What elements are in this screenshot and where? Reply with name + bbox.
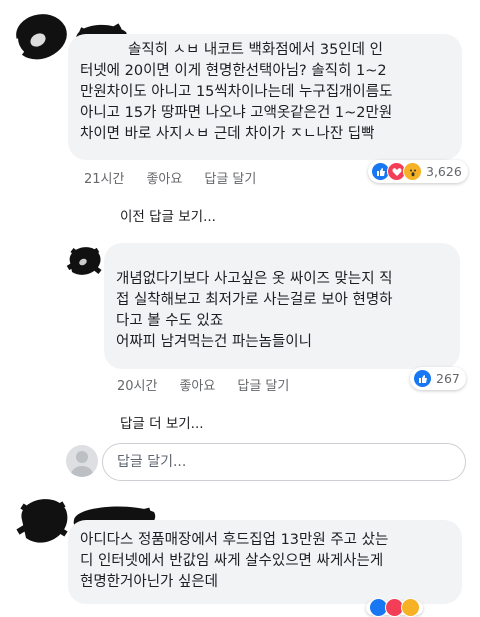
- reaction-summary[interactable]: 3,626: [368, 160, 468, 183]
- comment-bubble: 솔직히 ㅅㅂ 내코트 백화점에서 35인데 인 터넷에 20이면 이게 현명한선…: [68, 34, 462, 160]
- comment-bubble: 개념없다기보다 사고싶은 옷 싸이즈 맞는지 직 접 실착해보고 최저가로 사는…: [104, 243, 460, 369]
- reaction-count: 267: [436, 371, 460, 386]
- comment-bubble: 아디다스 정품매장에서 후드집업 13만원 주고 샀는 디 인터넷에서 반값임 …: [68, 520, 462, 604]
- reaction-summary[interactable]: [366, 597, 423, 617]
- wow-reaction-icon: [403, 162, 422, 181]
- view-previous-replies-link[interactable]: 이전 답글 보기...: [120, 205, 216, 225]
- like-button[interactable]: 좋아요: [179, 375, 215, 394]
- avatar-scribble: [66, 247, 102, 275]
- like-reaction-icon: [413, 369, 432, 388]
- reply-input[interactable]: [102, 443, 466, 481]
- comment-text: 개념없다기보다 사고싶은 옷 싸이즈 맞는지 직 접 실착해보고 최저가로 사는…: [116, 271, 393, 350]
- wow-reaction-icon: [401, 597, 420, 617]
- comment-actions: 20시간 좋아요 답글 달기: [117, 375, 289, 394]
- comment-text: 솔직히 ㅅㅂ 내코트 백화점에서 35인데 인 터넷에 20이면 이게 현명한선…: [80, 42, 393, 142]
- like-button[interactable]: 좋아요: [146, 168, 182, 187]
- reply-button[interactable]: 답글 달기: [204, 168, 256, 187]
- comment-time: 20시간: [117, 379, 158, 394]
- reaction-count: 3,626: [426, 164, 462, 179]
- reaction-summary[interactable]: 267: [410, 367, 466, 390]
- comment-text: 아디다스 정품매장에서 후드집업 13만원 주고 샀는 디 인터넷에서 반값임 …: [80, 532, 389, 590]
- comment-time: 21시간: [84, 172, 125, 187]
- view-more-replies-link[interactable]: 답글 더 보기...: [120, 412, 204, 432]
- user-avatar: [66, 445, 98, 477]
- avatar-scribble: [16, 499, 68, 543]
- reply-button[interactable]: 답글 달기: [237, 375, 289, 394]
- default-profile-icon: [71, 451, 93, 477]
- comment-actions: 21시간 좋아요 답글 달기: [84, 168, 256, 187]
- avatar-scribble: [16, 14, 67, 60]
